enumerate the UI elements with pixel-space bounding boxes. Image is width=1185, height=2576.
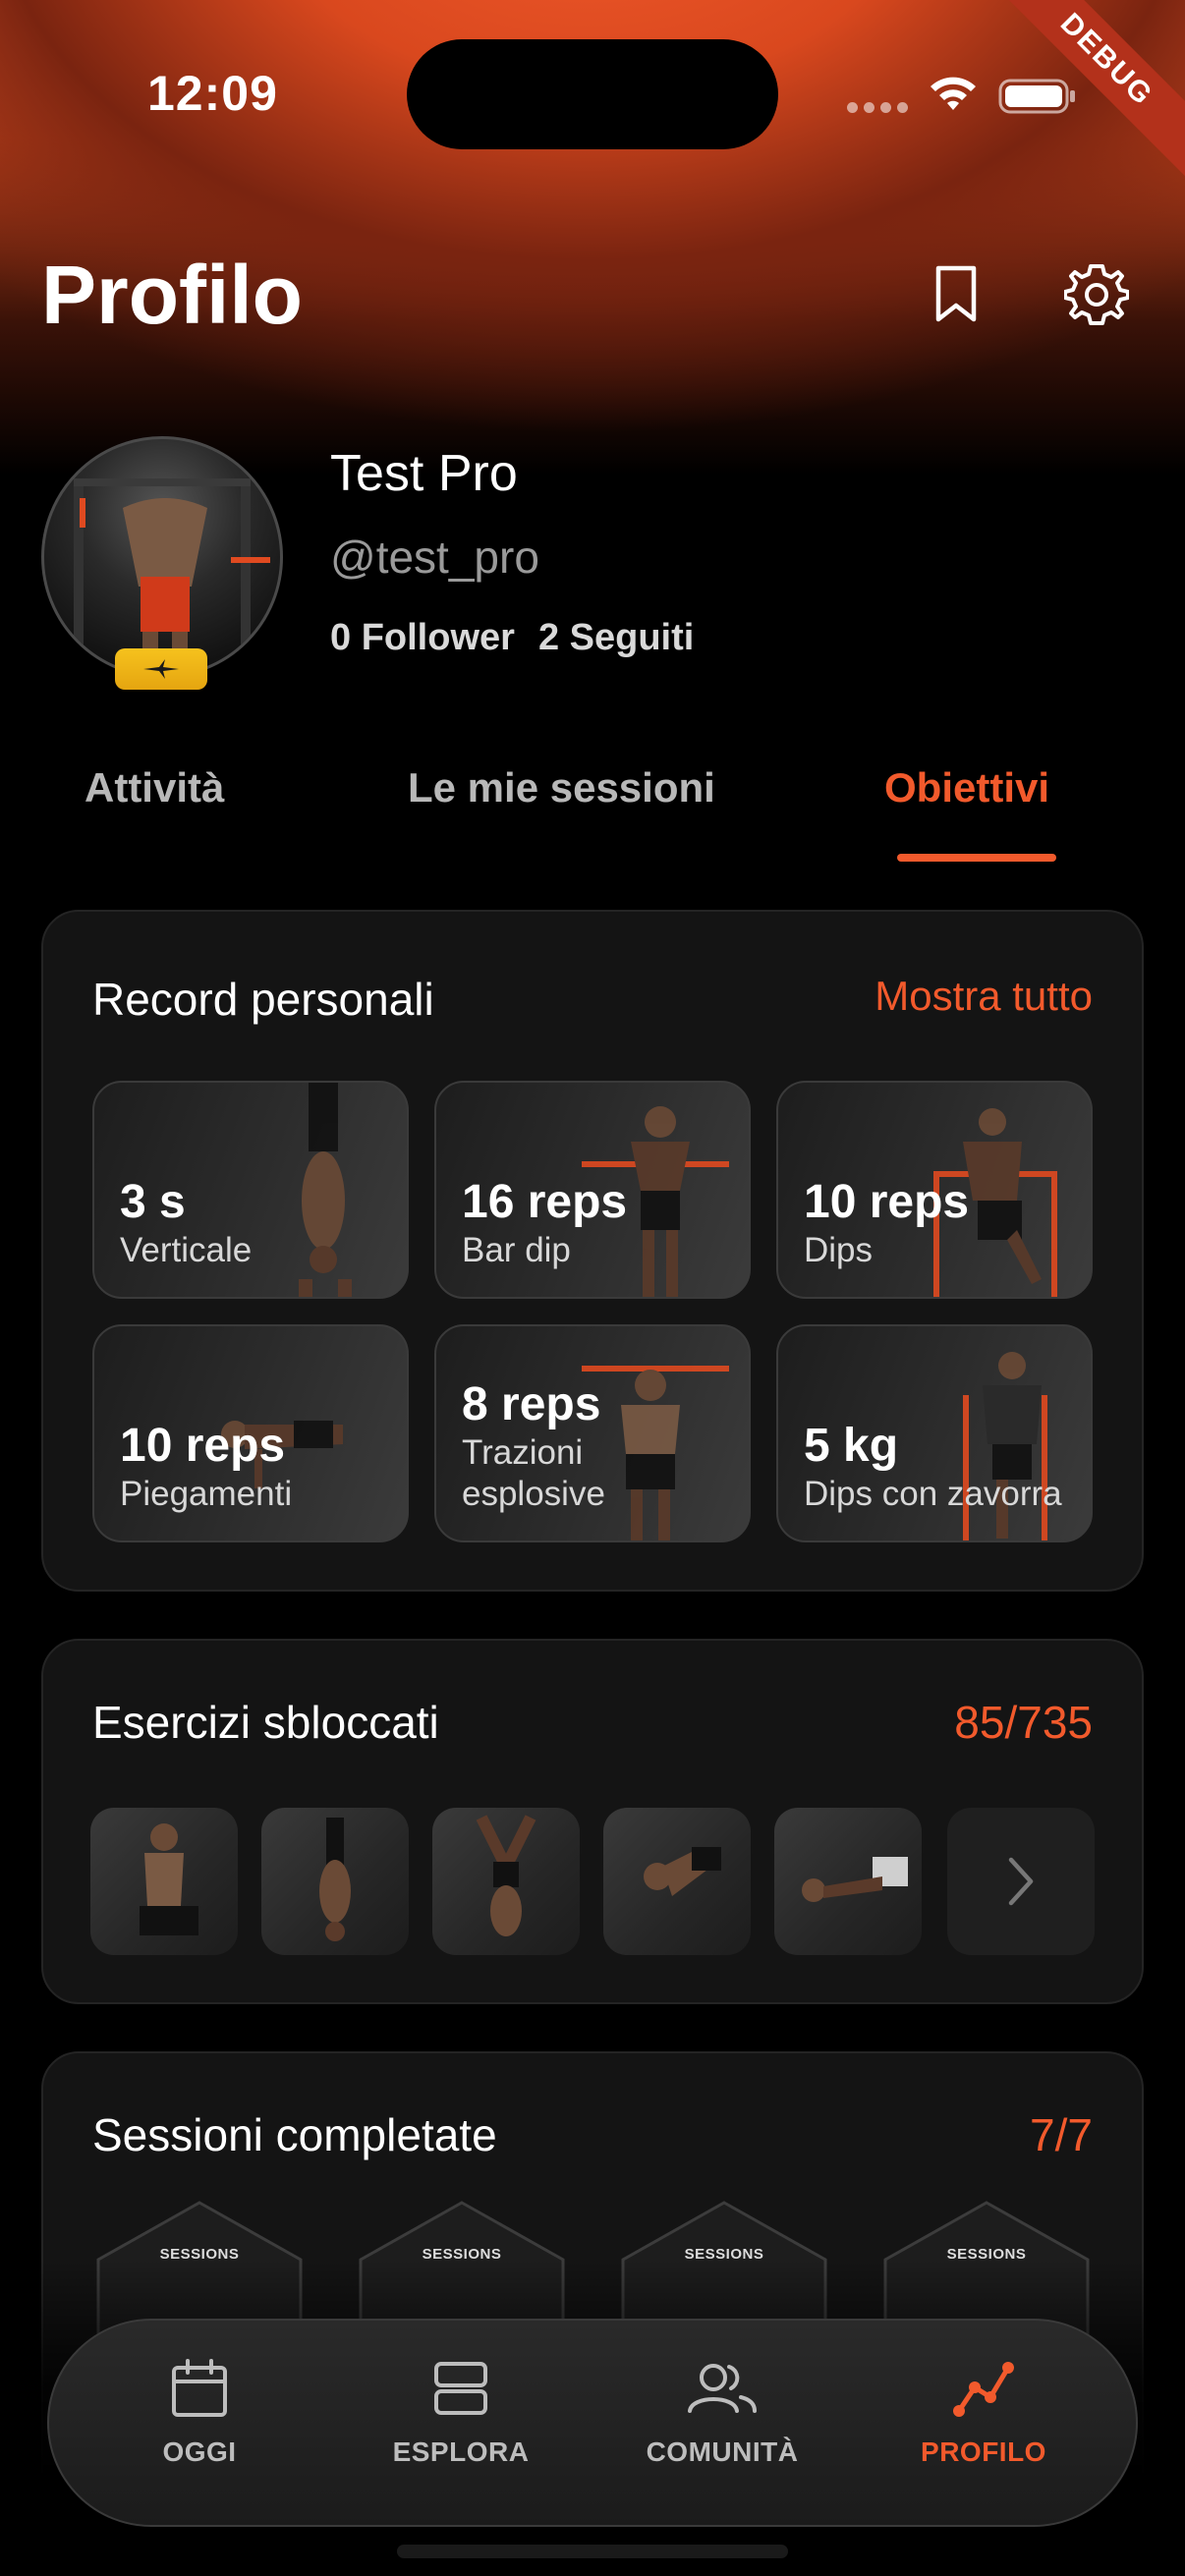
record-tile[interactable]: 10 reps Dips (776, 1081, 1093, 1299)
exercise-figure (476, 1815, 536, 1936)
personal-records-card: Record personali Mostra tutto 3 s Vertic… (41, 910, 1144, 1592)
gear-icon (1064, 264, 1129, 325)
sessions-title: Sessioni completate (92, 2109, 497, 2160)
avatar-photo (74, 478, 270, 671)
record-tile[interactable]: 8 reps Trazioni esplosive (434, 1324, 751, 1542)
home-indicator (397, 2545, 788, 2558)
nav-label: COMUNITÀ (646, 2436, 799, 2467)
nav-item-profilo[interactable]: PROFILO (875, 2358, 1092, 2468)
exercise-thumbnail[interactable] (432, 1808, 580, 1955)
sessions-count: 7/7 (1030, 2109, 1093, 2160)
exercise-figure (140, 1823, 198, 1935)
record-tile[interactable]: 10 reps Piegamenti (92, 1324, 409, 1542)
nav-label: PROFILO (921, 2436, 1046, 2467)
exercise-figure (802, 1857, 908, 1902)
lightning-icon (143, 659, 179, 679)
exercise-thumbnail[interactable] (603, 1808, 751, 1955)
cellular-signal-icon (847, 102, 908, 113)
following-label: Seguiti (569, 617, 695, 658)
avatar[interactable] (41, 436, 283, 678)
tab-active-indicator (897, 854, 1056, 862)
record-value: 3 s (120, 1176, 186, 1228)
following-link[interactable]: 2 Seguiti (538, 617, 694, 659)
profile-chart-icon (953, 2362, 1014, 2417)
tab-attivita[interactable]: Attività (85, 764, 224, 812)
following-count: 2 (537, 617, 560, 658)
unlocked-title: Esercizi sbloccati (92, 1697, 439, 1748)
record-tile[interactable]: 3 s Verticale (92, 1081, 409, 1299)
tab-sessioni[interactable]: Le mie sessioni (408, 764, 715, 812)
pro-badge (115, 648, 207, 690)
record-value: 10 reps (120, 1420, 286, 1472)
calendar-icon (172, 2359, 227, 2417)
unlocked-count: 85/735 (954, 1697, 1093, 1748)
exercise-thumbnail[interactable] (774, 1808, 922, 1955)
record-label: Dips (804, 1231, 874, 1269)
exercise-thumbnail[interactable] (90, 1808, 238, 1955)
record-tile[interactable]: 16 reps Bar dip (434, 1081, 751, 1299)
battery-icon (998, 79, 1075, 114)
followers-label: Follower (361, 617, 515, 658)
exercise-thumbnail[interactable] (261, 1808, 409, 1955)
exercise-figure (644, 1847, 721, 1896)
tab-obiettivi[interactable]: Obiettivi (884, 764, 1049, 812)
dynamic-island (407, 39, 778, 149)
record-value: 10 reps (804, 1176, 970, 1228)
bookmark-button[interactable] (924, 255, 988, 334)
follow-stats: 0 Follower 2 Seguiti (330, 617, 694, 659)
wifi-icon (931, 77, 976, 110)
status-time: 12:09 (147, 66, 278, 121)
nav-label: OGGI (162, 2436, 237, 2467)
record-label: Trazioni (462, 1433, 584, 1472)
chevron-right-icon (1008, 1857, 1034, 1906)
display-name: Test Pro (330, 445, 518, 502)
show-all-link[interactable]: Mostra tutto (875, 973, 1093, 1020)
followers-count: 0 (330, 617, 352, 658)
bookmark-icon (935, 265, 977, 322)
explore-icon (434, 2362, 487, 2415)
record-label: esplosive (462, 1475, 605, 1513)
nav-item-oggi[interactable]: OGGI (91, 2358, 308, 2468)
nav-item-esplora[interactable]: ESPLORA (353, 2358, 569, 2468)
record-label: Verticale (120, 1231, 253, 1269)
followers-link[interactable]: 0 Follower (330, 617, 515, 659)
record-value: 8 reps (462, 1378, 601, 1430)
page-title: Profilo (41, 249, 303, 341)
more-exercises-button[interactable] (947, 1808, 1095, 1955)
nav-item-comunita[interactable]: COMUNITÀ (614, 2358, 830, 2468)
community-icon (688, 2364, 757, 2413)
records-title: Record personali (92, 974, 434, 1025)
record-label: Bar dip (462, 1231, 571, 1269)
record-value: 16 reps (462, 1176, 628, 1228)
record-tile[interactable]: 5 kg Dips con zavorra (776, 1324, 1093, 1542)
nav-label: ESPLORA (392, 2436, 530, 2467)
username: @test_pro (330, 532, 539, 583)
exercise-figure (299, 1083, 352, 1297)
settings-button[interactable] (1059, 255, 1134, 334)
record-label: Piegamenti (120, 1475, 293, 1513)
record-value: 5 kg (804, 1420, 899, 1472)
record-label: Dips con zavorra (804, 1475, 1062, 1513)
exercise-figure (319, 1818, 351, 1941)
